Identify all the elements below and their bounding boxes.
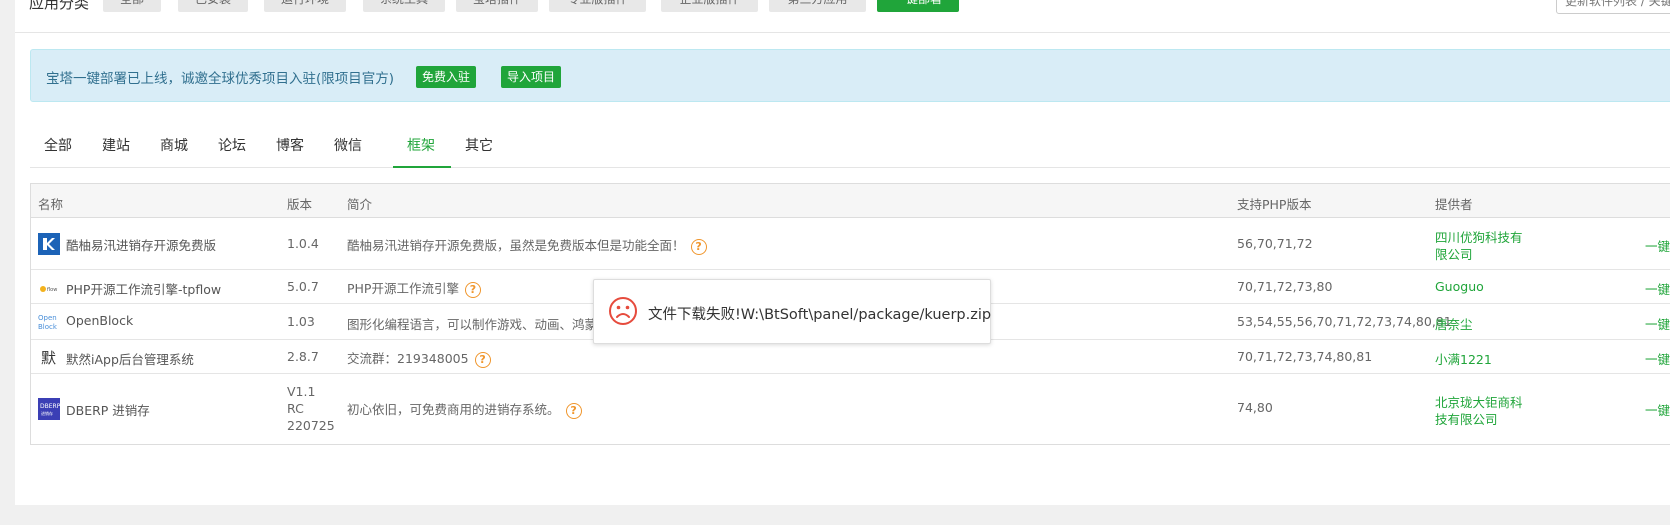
project-version: V1.1 <box>287 384 316 399</box>
alert-message: 宝塔一键部署已上线，诚邀全球优秀项目入驻(限项目官方) <box>46 71 395 87</box>
free-join-button[interactable]: 免费入驻 <box>416 66 477 88</box>
table-header: 名称 版本 简介 支持PHP版本 提供者 <box>31 184 1670 218</box>
dberp-logo-icon: DBERP 进销存 <box>38 398 60 420</box>
project-version: 220725 <box>287 418 335 433</box>
project-provider-link[interactable]: 技有限公司 <box>1435 409 1498 428</box>
project-desc: 初心依旧，可免费商用的进销存系统。? <box>347 399 582 419</box>
one-click-deploy-link[interactable]: 一键部署 <box>1645 279 1670 298</box>
main-panel: 应用分类 全部 已安装 运行环境 系统工具 宝塔插件 专业版插件 企业版插件 第… <box>15 0 1670 505</box>
filter-pro-plugins-button[interactable]: 专业版插件 <box>549 0 646 12</box>
table-row: 酷柚易汛进销存开源免费版 1.0.4 酷柚易汛进销存开源免费版，虽然是免费版本但… <box>31 218 1670 270</box>
help-icon[interactable]: ? <box>690 238 707 255</box>
header-php-version: 支持PHP版本 <box>1237 197 1312 212</box>
tpflow-logo-icon: flow <box>40 286 57 293</box>
filter-runtime-button[interactable]: 运行环境 <box>264 0 346 12</box>
category-label: 应用分类 <box>29 0 90 12</box>
project-provider-link[interactable]: 小满1221 <box>1435 349 1492 368</box>
filter-third-party-button[interactable]: 第三方应用 <box>769 0 866 12</box>
error-toast: 文件下载失败!W:\BtSoft\panel/package/kuerp.zip <box>593 279 991 344</box>
project-desc: 交流群：219348005? <box>347 348 491 368</box>
project-php-versions: 56,70,71,72 <box>1237 236 1313 251</box>
search-input[interactable]: 更新软件列表 / 关键字 <box>1556 0 1670 14</box>
project-desc: PHP开源工作流引擎? <box>347 278 481 298</box>
category-filter-bar: 应用分类 全部 已安装 运行环境 系统工具 宝塔插件 专业版插件 企业版插件 第… <box>15 0 1670 33</box>
tab-framework[interactable]: 框架 <box>407 135 435 155</box>
project-version: 1.0.4 <box>287 236 319 251</box>
project-name: DBERP 进销存 <box>66 403 150 418</box>
svg-text:Block: Block <box>38 323 58 331</box>
svg-text:默: 默 <box>41 349 56 367</box>
tab-mall[interactable]: 商城 <box>160 135 188 155</box>
project-php-versions: 70,71,72,73,74,80,81 <box>1237 349 1373 364</box>
project-desc: 图形化编程语言，可以制作游戏、动画、鸿蒙 <box>347 317 598 332</box>
help-icon[interactable]: ? <box>464 281 481 298</box>
svg-text:Open: Open <box>38 314 57 322</box>
filter-installed-button[interactable]: 已安装 <box>178 0 248 12</box>
filter-bt-plugins-button[interactable]: 宝塔插件 <box>456 0 538 12</box>
project-php-versions: 74,80 <box>1237 400 1273 415</box>
toast-message: 文件下载失败!W:\BtSoft\panel/package/kuerp.zip <box>648 307 992 323</box>
filter-system-tools-button[interactable]: 系统工具 <box>363 0 445 12</box>
project-name: PHP开源工作流引擎-tpflow <box>66 282 222 297</box>
project-version: RC <box>287 401 304 416</box>
tab-wechat[interactable]: 微信 <box>334 135 362 155</box>
header-name: 名称 <box>38 197 64 212</box>
table-row: 默 默然iApp后台管理系统 2.8.7 交流群：219348005? 70,7… <box>31 340 1670 374</box>
svg-text:DBERP: DBERP <box>40 403 60 410</box>
project-php-versions: 53,54,55,56,70,71,72,73,74,80,81 <box>1237 314 1452 329</box>
project-name: 酷柚易汛进销存开源免费版 <box>66 238 217 253</box>
one-click-deploy-link[interactable]: 一键部署 <box>1645 236 1670 255</box>
project-provider-link[interactable]: 限公司 <box>1435 244 1473 263</box>
header-description: 简介 <box>347 197 373 212</box>
tab-blog[interactable]: 博客 <box>276 135 304 155</box>
sad-face-icon <box>609 297 637 325</box>
one-click-deploy-link[interactable]: 一键部署 <box>1645 314 1670 333</box>
table-row: DBERP 进销存 DBERP 进销存 V1.1 RC 220725 初心依旧，… <box>31 374 1670 444</box>
openblock-logo-icon: Open Block <box>38 314 58 331</box>
tab-website[interactable]: 建站 <box>102 135 130 155</box>
project-name: 默然iApp后台管理系统 <box>66 352 194 367</box>
help-icon[interactable]: ? <box>565 402 582 419</box>
project-desc: 酷柚易汛进销存开源免费版，虽然是免费版本但是功能全面！? <box>347 235 707 255</box>
header-version: 版本 <box>287 197 313 212</box>
project-version: 5.0.7 <box>287 279 319 294</box>
project-name: OpenBlock <box>66 313 134 328</box>
tab-forum[interactable]: 论坛 <box>218 135 246 155</box>
import-project-button[interactable]: 导入项目 <box>501 66 562 88</box>
kuerp-logo-icon <box>38 233 60 255</box>
help-icon[interactable]: ? <box>474 351 491 368</box>
one-click-deploy-link[interactable]: 一键部署 <box>1645 400 1670 419</box>
deploy-notice-alert: 宝塔一键部署已上线，诚邀全球优秀项目入驻(限项目官方) 免费入驻 导入项目 <box>30 49 1670 102</box>
project-version: 2.8.7 <box>287 349 319 364</box>
project-provider-link[interactable]: 唐奈尘 <box>1435 314 1473 333</box>
active-tab-indicator <box>393 166 451 168</box>
svg-text:进销存: 进销存 <box>41 410 53 416</box>
filter-enterprise-plugins-button[interactable]: 企业版插件 <box>661 0 758 12</box>
moran-logo-icon: 默 <box>41 349 56 367</box>
filter-one-click-deploy-button[interactable]: 一键部署 <box>877 0 959 12</box>
svg-text:flow: flow <box>47 287 57 293</box>
project-php-versions: 70,71,72,73,80 <box>1237 279 1333 294</box>
header-provider: 提供者 <box>1435 197 1473 212</box>
project-version: 1.03 <box>287 314 315 329</box>
tab-other[interactable]: 其它 <box>465 135 493 155</box>
deploy-category-tabs: 全部 建站 商城 论坛 博客 微信 框架 其它 <box>30 125 1670 168</box>
project-provider-link[interactable]: Guoguo <box>1435 279 1484 294</box>
one-click-deploy-link[interactable]: 一键部署 <box>1645 349 1670 368</box>
tab-all[interactable]: 全部 <box>44 135 72 155</box>
filter-all-button[interactable]: 全部 <box>103 0 161 12</box>
